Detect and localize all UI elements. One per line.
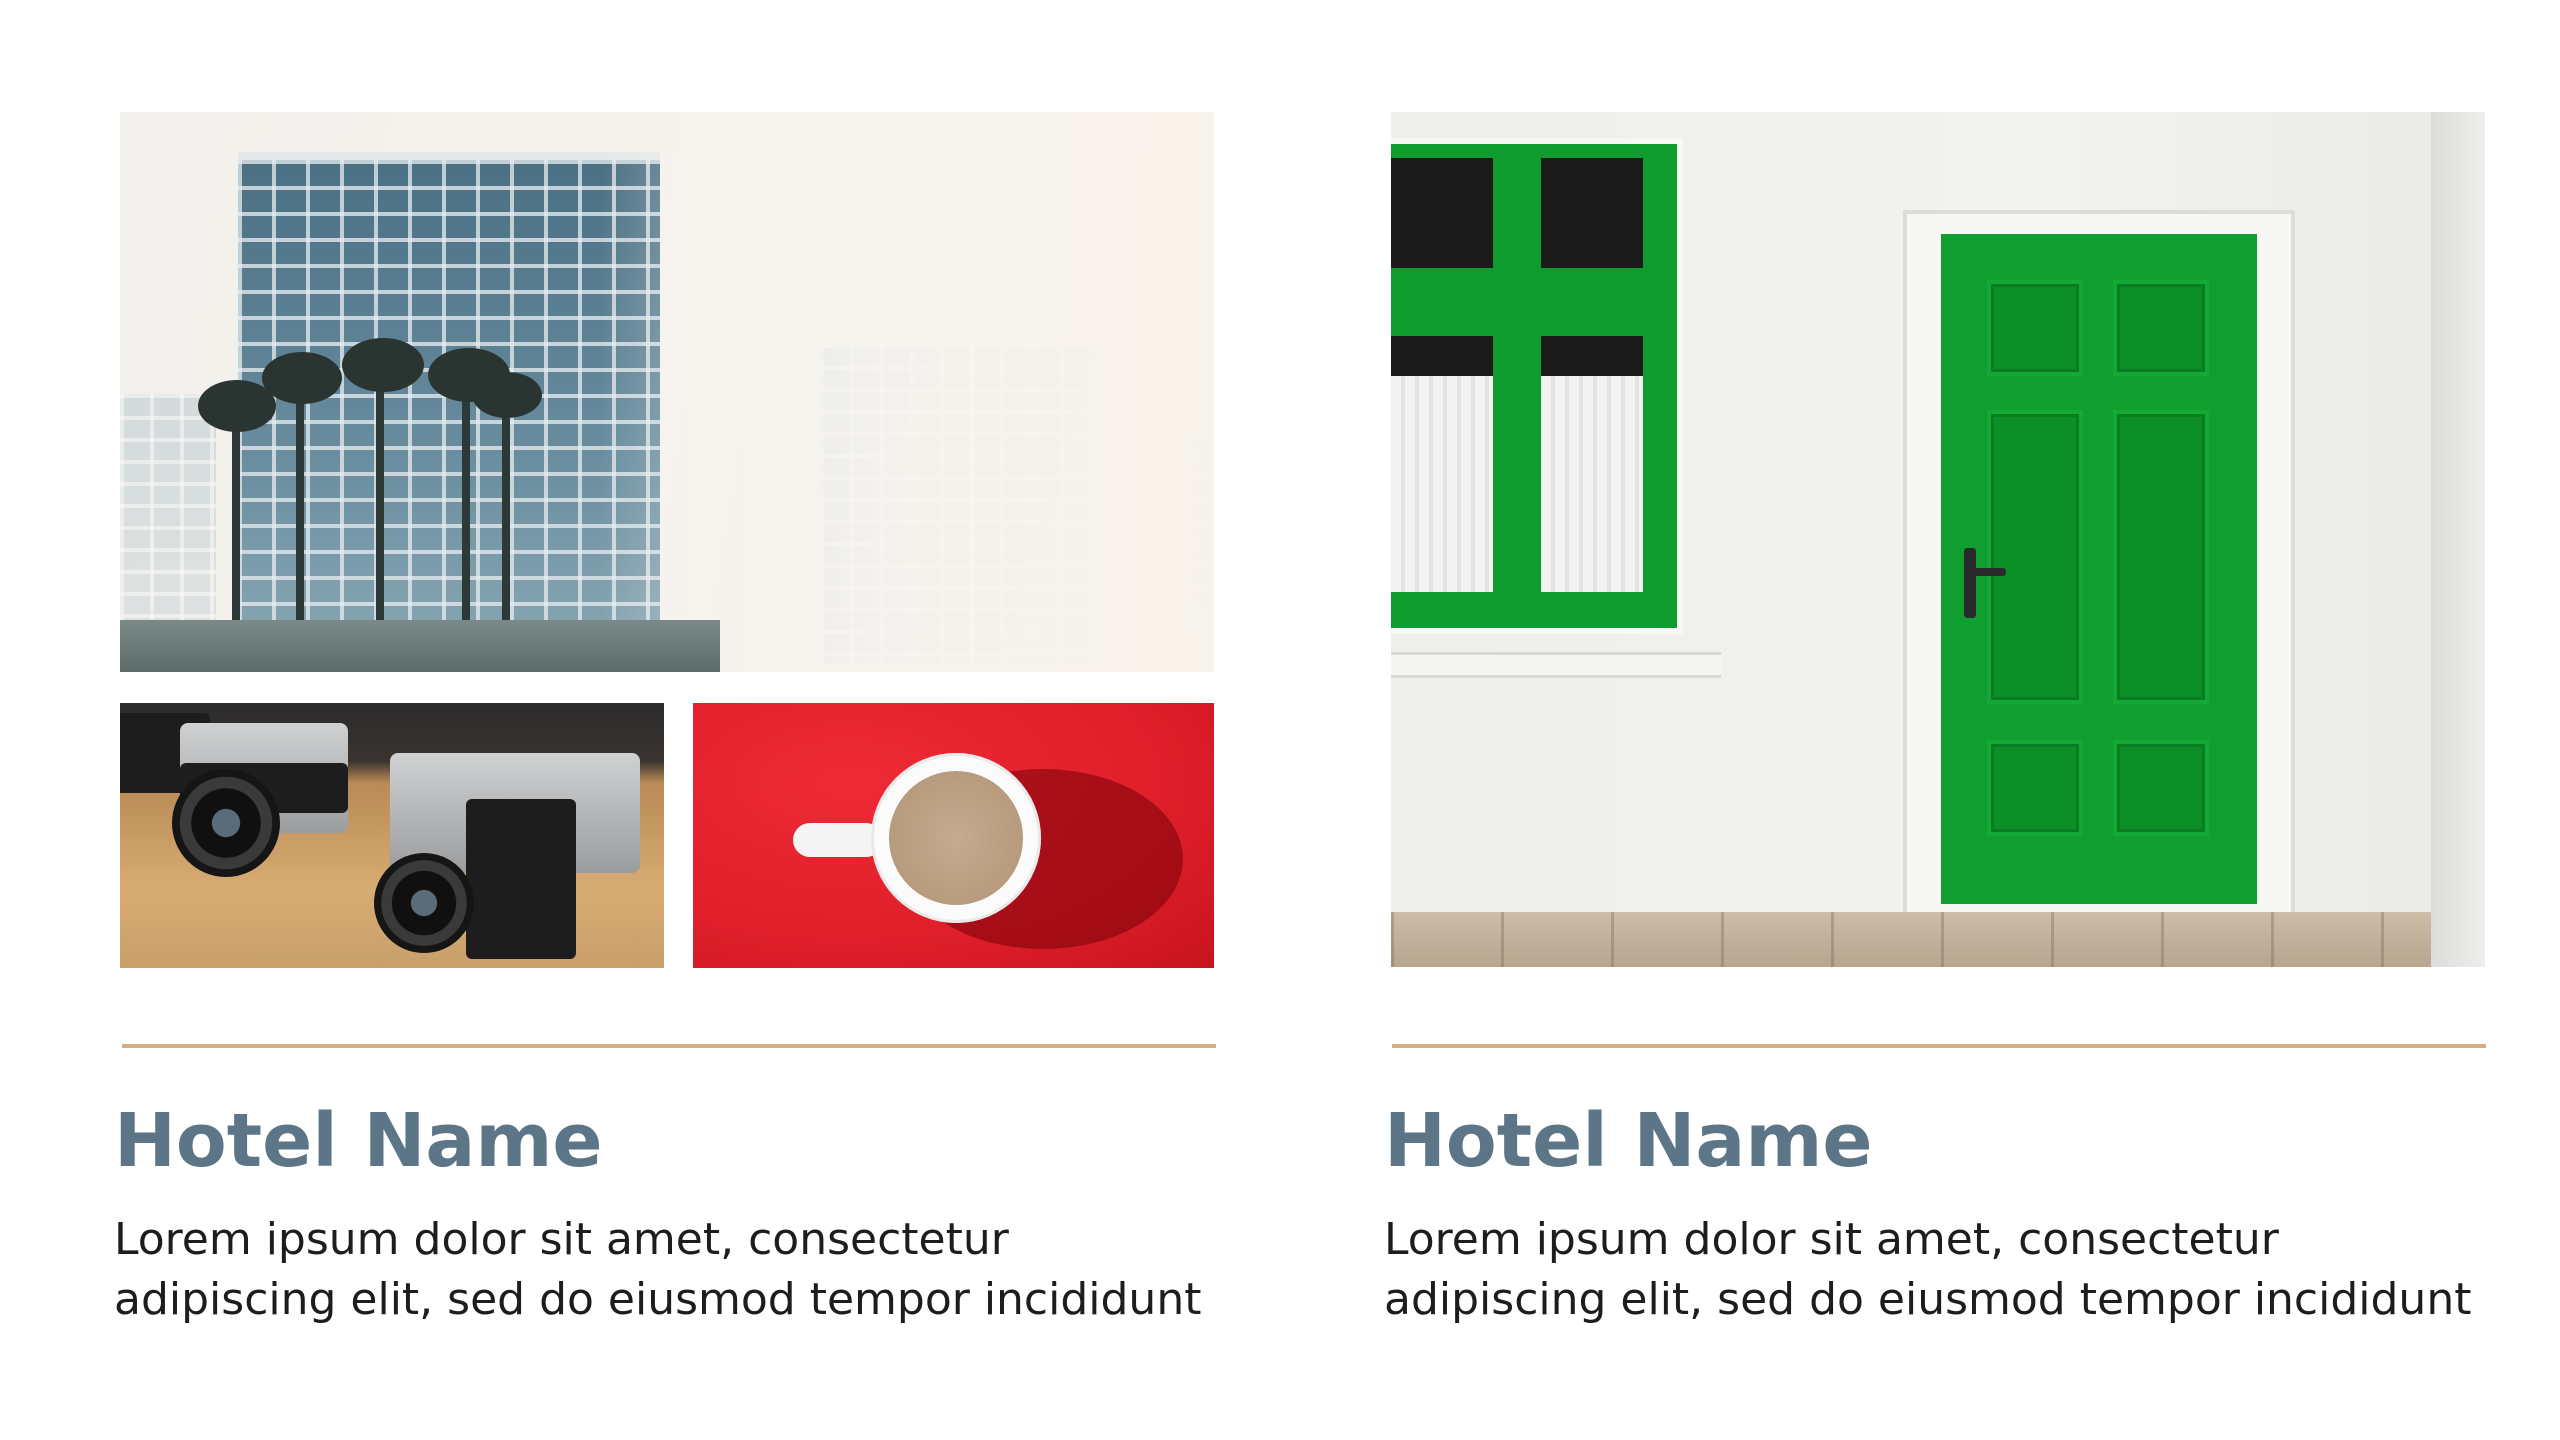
left-hotel-description: Lorem ipsum dolor sit amet, consectetur … xyxy=(114,1214,1202,1325)
left-hotel-title: Hotel Name xyxy=(114,1098,603,1184)
right-hotel-description: Lorem ipsum dolor sit amet, consectetur … xyxy=(1384,1214,2472,1325)
right-divider xyxy=(1392,1044,2486,1048)
left-divider xyxy=(122,1044,1216,1048)
right-hotel-title: Hotel Name xyxy=(1384,1098,1873,1184)
green-door-photo xyxy=(1391,112,2485,967)
coffee-cup-photo xyxy=(693,703,1214,968)
city-hotel-towers-photo xyxy=(120,112,1214,672)
vintage-cameras-photo xyxy=(120,703,664,968)
